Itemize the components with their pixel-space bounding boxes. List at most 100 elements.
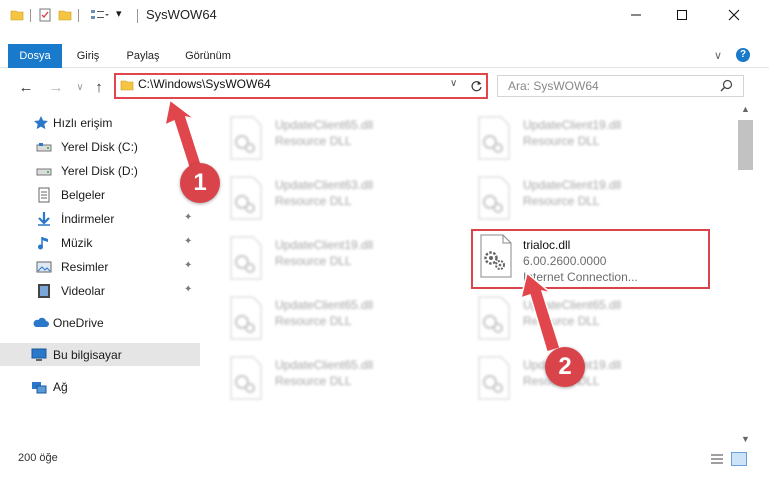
title-bar: ▾ SysWOW64 [0, 0, 769, 30]
file-description: Resource DLL [275, 194, 352, 208]
large-icons-view-icon[interactable] [731, 452, 747, 466]
scroll-up-icon[interactable]: ▲ [741, 104, 750, 114]
sidebar-item-onedrive[interactable]: OneDrive [0, 311, 200, 334]
file-tile[interactable]: UpdateClient19.dll Resource DLL [205, 228, 445, 282]
sidebar-item-network[interactable]: Ağ [0, 375, 200, 398]
search-box[interactable]: Ara: SysWOW64 [497, 75, 744, 97]
dll-file-icon [475, 116, 513, 160]
window-title: SysWOW64 [146, 7, 217, 22]
sidebar-item-label: Resimler [61, 260, 109, 274]
sidebar-item-label: Videolar [61, 284, 105, 298]
search-icon[interactable] [720, 79, 733, 95]
status-bar: 200 öğe [0, 446, 769, 470]
qa-dropdown-icon[interactable]: ▾ [116, 7, 122, 20]
minimize-icon[interactable] [613, 0, 659, 30]
dll-file-icon [227, 116, 265, 160]
sidebar-item-pictures[interactable]: Resimler ✦ [0, 255, 200, 278]
dll-file-icon [475, 356, 513, 400]
file-tile[interactable]: UpdateClient63.dll Resource DLL [205, 168, 445, 222]
file-name: UpdateClient63.dll [275, 178, 374, 192]
documents-icon [36, 187, 52, 203]
up-icon[interactable]: ↑ [90, 78, 108, 96]
file-description: Resource DLL [275, 374, 352, 388]
pin-icon[interactable]: ✦ [184, 212, 192, 223]
file-name: UpdateClient19.dll [275, 238, 374, 252]
tab-share[interactable]: Paylaş [116, 44, 170, 68]
file-description: Resource DLL [523, 134, 600, 148]
item-count: 200 öğe [18, 452, 58, 464]
sidebar-item-label: Hızlı erişim [53, 116, 113, 130]
cloud-icon [33, 315, 49, 331]
dll-file-icon [227, 296, 265, 340]
pin-icon[interactable]: ✦ [184, 260, 192, 271]
maximize-icon[interactable] [659, 0, 705, 30]
qa-separator [78, 9, 79, 22]
help-icon[interactable]: ? [736, 48, 750, 62]
sidebar-item-label: Ağ [53, 380, 68, 394]
download-icon [36, 211, 52, 227]
dll-file-icon [227, 176, 265, 220]
new-folder-icon[interactable] [58, 8, 72, 25]
file-name: UpdateClient19.dll [523, 118, 622, 132]
properties-icon[interactable] [38, 8, 52, 25]
folder-icon [10, 8, 24, 25]
scrollbar-thumb[interactable] [738, 120, 753, 170]
drive-icon [36, 139, 52, 155]
file-name: UpdateClient65.dll [275, 358, 374, 372]
sidebar-item-label: Bu bilgisayar [53, 348, 122, 362]
file-description: Resource DLL [523, 194, 600, 208]
back-icon[interactable]: ← [17, 78, 35, 96]
file-description: Resource DLL [275, 314, 352, 328]
sidebar-item-label: OneDrive [53, 316, 104, 330]
sidebar-item-downloads[interactable]: İndirmeler ✦ [0, 207, 200, 230]
file-name: UpdateClient65.dll [275, 118, 374, 132]
forward-icon[interactable]: → [47, 78, 65, 96]
pin-icon[interactable]: ✦ [184, 284, 192, 295]
music-icon [36, 235, 52, 251]
file-description: Resource DLL [275, 134, 352, 148]
star-icon [33, 115, 49, 131]
video-icon [36, 283, 52, 299]
sidebar-item-label: Müzik [61, 236, 93, 250]
file-name: UpdateClient65.dll [275, 298, 374, 312]
trialoc-highlight-box [471, 229, 710, 289]
scroll-down-icon[interactable]: ▼ [741, 434, 750, 444]
folder-icon [120, 78, 134, 95]
file-tile[interactable]: UpdateClient19.dll Resource DLL [453, 168, 693, 222]
annotation-badge-2: 2 [545, 347, 585, 387]
computer-icon [31, 347, 47, 363]
drive-icon [36, 163, 52, 179]
ribbon: Dosya Giriş Paylaş Görünüm ∨ ? [0, 44, 769, 68]
file-tile[interactable]: UpdateClient65.dll Resource DLL [205, 348, 445, 402]
sidebar-item-this-pc[interactable]: Bu bilgisayar [0, 343, 200, 366]
network-icon [31, 379, 47, 395]
sidebar-item-videos[interactable]: Videolar ✦ [0, 279, 200, 302]
ribbon-expand-icon[interactable]: ∨ [714, 49, 722, 62]
dll-file-icon [227, 236, 265, 280]
sidebar-item-label: İndirmeler [61, 212, 115, 226]
sidebar-item-label: Belgeler [61, 188, 106, 202]
dll-file-icon [475, 296, 513, 340]
close-icon[interactable] [711, 0, 757, 30]
refresh-icon[interactable] [466, 76, 486, 96]
details-view-icon[interactable] [710, 453, 724, 468]
view-options-icon[interactable] [90, 8, 110, 25]
title-separator [137, 9, 138, 23]
file-tile[interactable]: UpdateClient65.dll Resource DLL [205, 288, 445, 342]
tab-file[interactable]: Dosya [8, 44, 62, 68]
dll-file-icon [227, 356, 265, 400]
sidebar-item-label: Yerel Disk (D:) [61, 164, 138, 178]
annotation-badge-1: 1 [180, 163, 220, 203]
search-input[interactable]: Ara: SysWOW64 [508, 79, 599, 93]
recent-locations-icon[interactable]: ∨ [71, 78, 89, 96]
file-tile[interactable]: UpdateClient65.dll Resource DLL [205, 108, 445, 162]
tab-home[interactable]: Giriş [66, 44, 110, 68]
sidebar-item-music[interactable]: Müzik ✦ [0, 231, 200, 254]
address-path[interactable]: C:\Windows\SysWOW64 [138, 77, 271, 91]
pin-icon[interactable]: ✦ [184, 236, 192, 247]
tab-view[interactable]: Görünüm [176, 44, 240, 68]
qa-separator [30, 9, 31, 22]
address-dropdown-icon[interactable]: ∨ [450, 78, 457, 89]
file-name: UpdateClient19.dll [523, 178, 622, 192]
file-tile[interactable]: UpdateClient19.dll Resource DLL [453, 108, 693, 162]
